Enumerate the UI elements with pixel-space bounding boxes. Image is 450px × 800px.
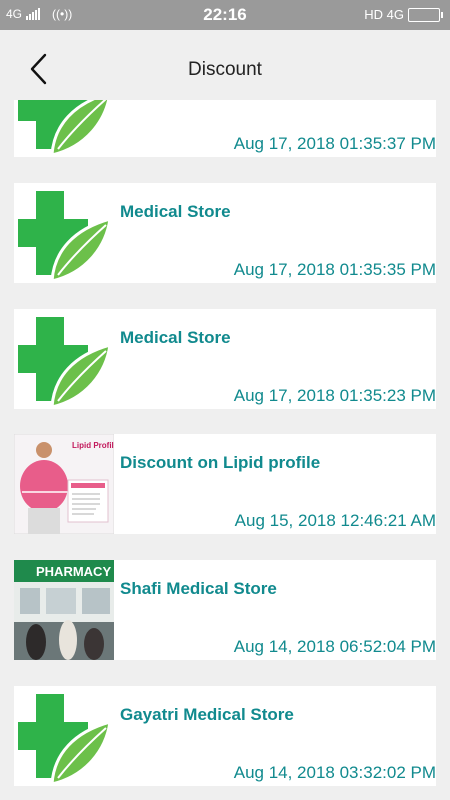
item-date: Aug 17, 2018 01:35:23 PM [233, 386, 436, 405]
list-item[interactable]: Lipid Profile Discount on Lipid profile … [14, 434, 436, 534]
medical-logo-image [14, 100, 114, 157]
battery-icon [408, 7, 443, 22]
medical-logo-image [14, 183, 114, 283]
list-item[interactable]: PHARMACY Shafi Medical Store Aug 14, 201… [14, 560, 436, 660]
status-right: HD 4G [364, 7, 443, 22]
discount-list[interactable]: Aug 17, 2018 01:35:37 PM Medical Store A… [0, 100, 450, 800]
list-item[interactable]: Aug 17, 2018 01:35:37 PM [14, 100, 436, 157]
item-date: Aug 17, 2018 01:35:37 PM [233, 134, 436, 153]
item-date: Aug 14, 2018 03:32:02 PM [233, 763, 436, 782]
item-title: Discount on Lipid profile [120, 453, 321, 472]
app-header: Discount [0, 30, 450, 100]
item-title: Shafi Medical Store [120, 579, 277, 598]
list-item[interactable]: Medical Store Aug 17, 2018 01:35:23 PM [14, 309, 436, 409]
page-title: Discount [188, 59, 262, 80]
item-title: Medical Store [120, 202, 231, 221]
medical-logo-image [14, 686, 114, 786]
lipid-profile-caption: Lipid Profile [72, 441, 114, 450]
list-item[interactable]: Medical Store Aug 17, 2018 01:35:35 PM [14, 183, 436, 283]
pharmacy-sign-text: PHARMACY [36, 564, 111, 579]
network-hd-label: HD 4G [364, 7, 404, 22]
list-item[interactable]: Gayatri Medical Store Aug 14, 2018 03:32… [14, 686, 436, 786]
status-bar: 4G ((•)) 22:16 HD 4G [0, 0, 450, 30]
item-date: Aug 15, 2018 12:46:21 AM [234, 511, 436, 530]
medical-logo-image [14, 309, 114, 409]
pharmacy-storefront-image: PHARMACY [14, 560, 114, 660]
item-date: Aug 17, 2018 01:35:35 PM [233, 260, 436, 279]
item-title: Gayatri Medical Store [120, 705, 294, 724]
lipid-profile-image: Lipid Profile [14, 434, 114, 534]
item-date: Aug 14, 2018 06:52:04 PM [233, 637, 436, 656]
item-title: Medical Store [120, 328, 231, 347]
